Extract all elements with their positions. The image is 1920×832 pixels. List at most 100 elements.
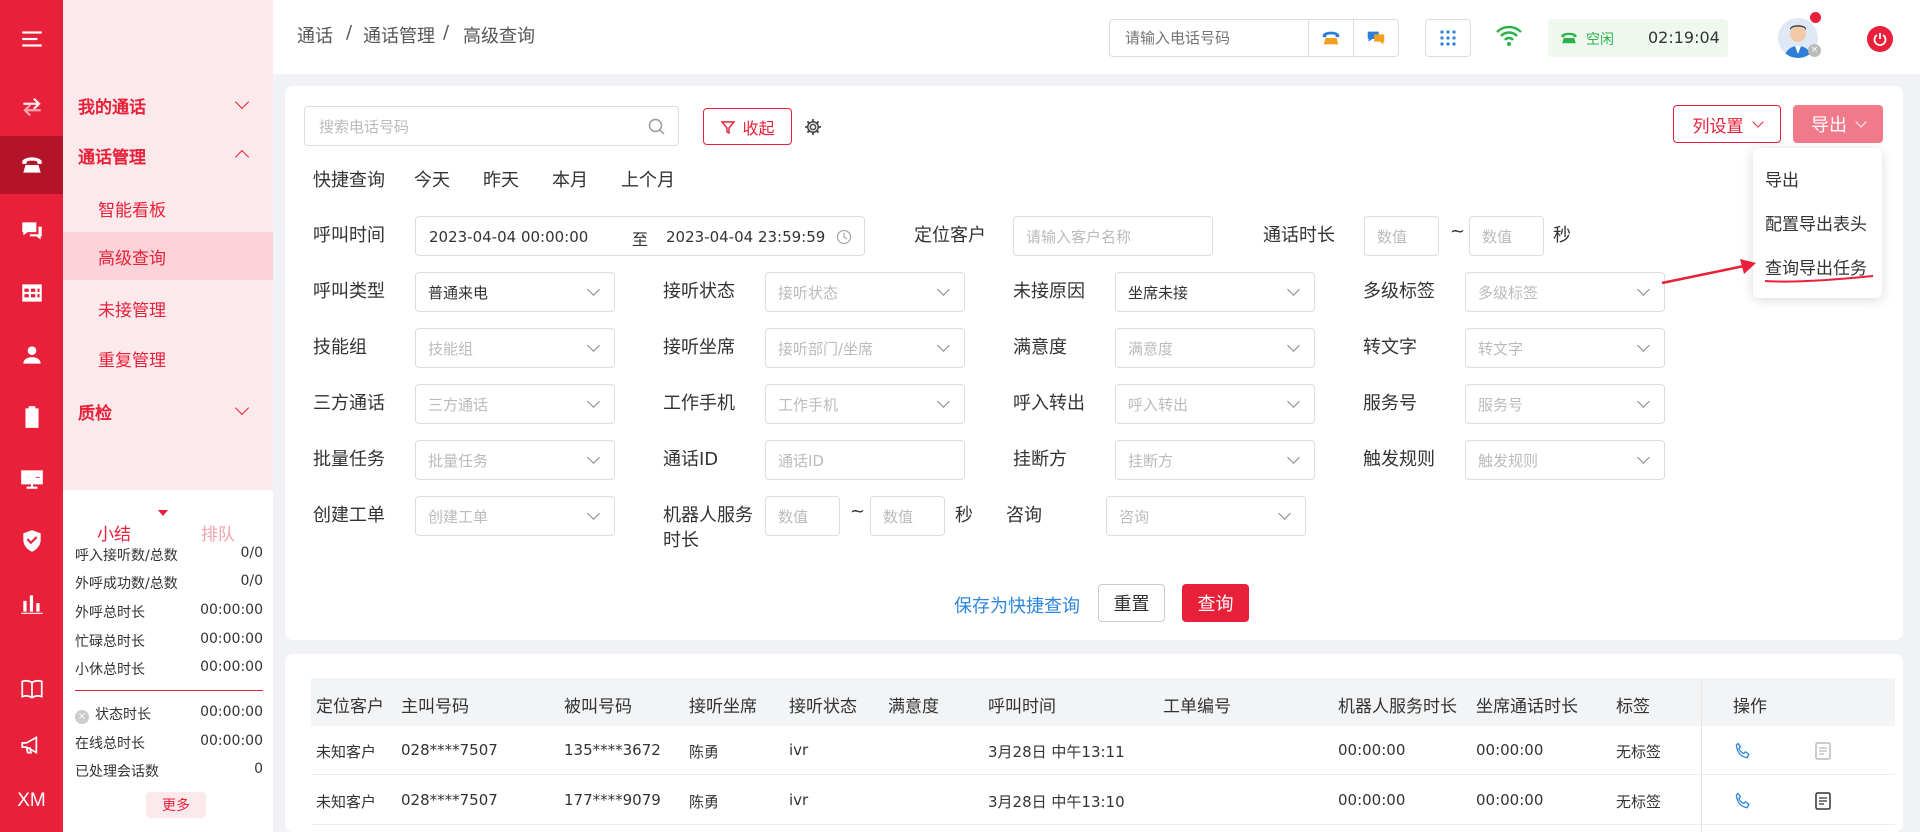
- quick-yesterday[interactable]: 昨天: [483, 166, 519, 192]
- field-label: 服务号: [1363, 393, 1417, 414]
- duration-min-input[interactable]: 数值: [1364, 216, 1439, 256]
- menu-item-dashboard[interactable]: 智能看板: [63, 184, 273, 232]
- chevron-down-icon: [1637, 395, 1650, 408]
- field-label: 呼叫类型: [313, 281, 385, 302]
- field-label: 挂断方: [1013, 449, 1067, 470]
- call-id-input[interactable]: 通话ID: [765, 440, 965, 480]
- answer-status-select[interactable]: 接听状态: [765, 272, 965, 312]
- robot-duration-label: 机器人服务: [663, 505, 753, 526]
- menu-toggle-icon[interactable]: [0, 10, 63, 68]
- hangup-side-select[interactable]: 挂断方: [1115, 440, 1315, 480]
- robot-min-input[interactable]: 数值: [765, 496, 840, 536]
- phone-number-input[interactable]: [1110, 20, 1310, 56]
- inbound-transfer-select[interactable]: 呼入转出: [1115, 384, 1315, 424]
- grid-icon[interactable]: [0, 264, 63, 322]
- phone-icon[interactable]: [0, 136, 63, 194]
- summary-row: 呼入接听数/总数 0/0: [75, 545, 263, 564]
- shield-icon[interactable]: [0, 512, 63, 570]
- dialpad-button[interactable]: [1425, 19, 1471, 57]
- operations-column-divider: [1701, 678, 1895, 832]
- missed-reason-select[interactable]: 坐席未接: [1115, 272, 1315, 312]
- transcribe-select[interactable]: 转文字: [1465, 328, 1665, 368]
- search-icon: [648, 118, 665, 135]
- status-phone-icon: [1561, 32, 1577, 44]
- menu-item-missed[interactable]: 未接管理: [63, 284, 273, 332]
- search-phone-input[interactable]: 搜索电话号码: [304, 106, 679, 146]
- close-circle-icon[interactable]: ×: [75, 710, 89, 724]
- field-label: 满意度: [1013, 337, 1067, 358]
- summary-row: 忙碌总时长 00:00:00: [75, 631, 263, 650]
- menu-item-advanced-query[interactable]: 高级查询: [63, 232, 273, 280]
- reset-button[interactable]: 重置: [1098, 584, 1165, 622]
- chevron-down-icon: [1637, 451, 1650, 464]
- robot-max-input[interactable]: 数值: [870, 496, 945, 536]
- batch-task-select[interactable]: 批量任务: [415, 440, 615, 480]
- underline-annotation: [1764, 275, 1874, 283]
- export-item[interactable]: 导出: [1765, 166, 1799, 191]
- bar-chart-icon[interactable]: [0, 574, 63, 632]
- satisfaction-select[interactable]: 满意度: [1115, 328, 1315, 368]
- date-range-picker[interactable]: 2023-04-04 00:00:00 至 2023-04-04 23:59:5…: [415, 216, 865, 256]
- transfer-icon[interactable]: [0, 78, 63, 136]
- power-button[interactable]: [1867, 26, 1893, 52]
- work-phone-select[interactable]: 工作手机: [765, 384, 965, 424]
- table-row[interactable]: 未知客户 028****7507 135****3672 陈勇 ivr 3月28…: [311, 726, 1895, 775]
- call-type-select[interactable]: 普通来电: [415, 272, 615, 312]
- locate-customer-input[interactable]: 请输入客户名称: [1013, 216, 1213, 256]
- more-button[interactable]: 更多: [146, 792, 206, 818]
- tilde: ~: [850, 501, 866, 522]
- skill-group-select[interactable]: 技能组: [415, 328, 615, 368]
- chevron-up-icon: [234, 149, 250, 165]
- tab-queue[interactable]: 排队: [201, 520, 235, 545]
- column-header: 接听状态: [789, 697, 857, 717]
- column-header: 主叫号码: [401, 697, 469, 717]
- quick-this-month[interactable]: 本月: [552, 166, 588, 192]
- chevron-down-icon: [587, 339, 600, 352]
- three-way-select[interactable]: 三方通话: [415, 384, 615, 424]
- book-icon[interactable]: [0, 660, 63, 718]
- user-icon[interactable]: [0, 326, 63, 384]
- tab-summary[interactable]: 小结: [97, 520, 131, 545]
- menu-group-quality[interactable]: 质检: [63, 388, 273, 434]
- quick-last-month[interactable]: 上个月: [621, 166, 675, 192]
- collapse-label: 收起: [742, 118, 775, 138]
- query-button[interactable]: 查询: [1182, 584, 1249, 622]
- menu-item-repeat[interactable]: 重复管理: [63, 334, 273, 382]
- date-from[interactable]: 2023-04-04 00:00:00: [429, 228, 588, 246]
- export-button[interactable]: 导出: [1793, 105, 1883, 143]
- message-icon[interactable]: [1353, 20, 1398, 56]
- breadcrumb-item[interactable]: 通话: [297, 22, 333, 48]
- top-header: 通话 / 通话管理 / 高级查询 空闲 02:19:04 ×: [273, 0, 1920, 74]
- consult-select[interactable]: 咨询: [1106, 496, 1306, 536]
- monitor-icon[interactable]: [0, 450, 63, 508]
- date-to[interactable]: 2023-04-04 23:59:59: [666, 228, 825, 246]
- clipboard-icon[interactable]: [0, 388, 63, 446]
- multi-tag-select[interactable]: 多级标签: [1465, 272, 1665, 312]
- agent-status[interactable]: 空闲 02:19:04: [1548, 19, 1728, 57]
- dial-box: [1109, 19, 1399, 57]
- settings-gear-icon[interactable]: [803, 117, 823, 137]
- breadcrumb-item[interactable]: 通话管理: [363, 22, 435, 48]
- quick-today[interactable]: 今天: [414, 166, 450, 192]
- chevron-down-icon: [937, 283, 950, 296]
- collapse-button[interactable]: 收起: [703, 108, 792, 145]
- duration-max-input[interactable]: 数值: [1469, 216, 1544, 256]
- column-settings-button[interactable]: 列设置: [1673, 105, 1781, 143]
- dial-phone-icon[interactable]: [1308, 20, 1353, 56]
- megaphone-icon[interactable]: [0, 716, 63, 774]
- menu-group-my-calls[interactable]: 我的通话: [63, 82, 273, 128]
- trigger-rule-select[interactable]: 触发规则: [1465, 440, 1665, 480]
- config-export-header-item[interactable]: 配置导出表头: [1765, 210, 1867, 235]
- answer-agent-select[interactable]: 接听部门/坐席: [765, 328, 965, 368]
- save-quick-query-link[interactable]: 保存为快捷查询: [954, 592, 1080, 618]
- export-label: 导出: [1811, 115, 1847, 136]
- chat-icon[interactable]: [0, 202, 63, 260]
- duration-label: 通话时长: [1263, 225, 1335, 246]
- chevron-down-icon: [587, 451, 600, 464]
- create-ticket-select[interactable]: 创建工单: [415, 496, 615, 536]
- service-number-select[interactable]: 服务号: [1465, 384, 1665, 424]
- field-label: 通话ID: [663, 449, 719, 470]
- menu-group-call-management[interactable]: 通话管理: [63, 132, 273, 178]
- table-row[interactable]: 未知客户 028****7507 177****9079 陈勇 ivr 3月28…: [311, 776, 1895, 825]
- tilde: ~: [1450, 221, 1466, 242]
